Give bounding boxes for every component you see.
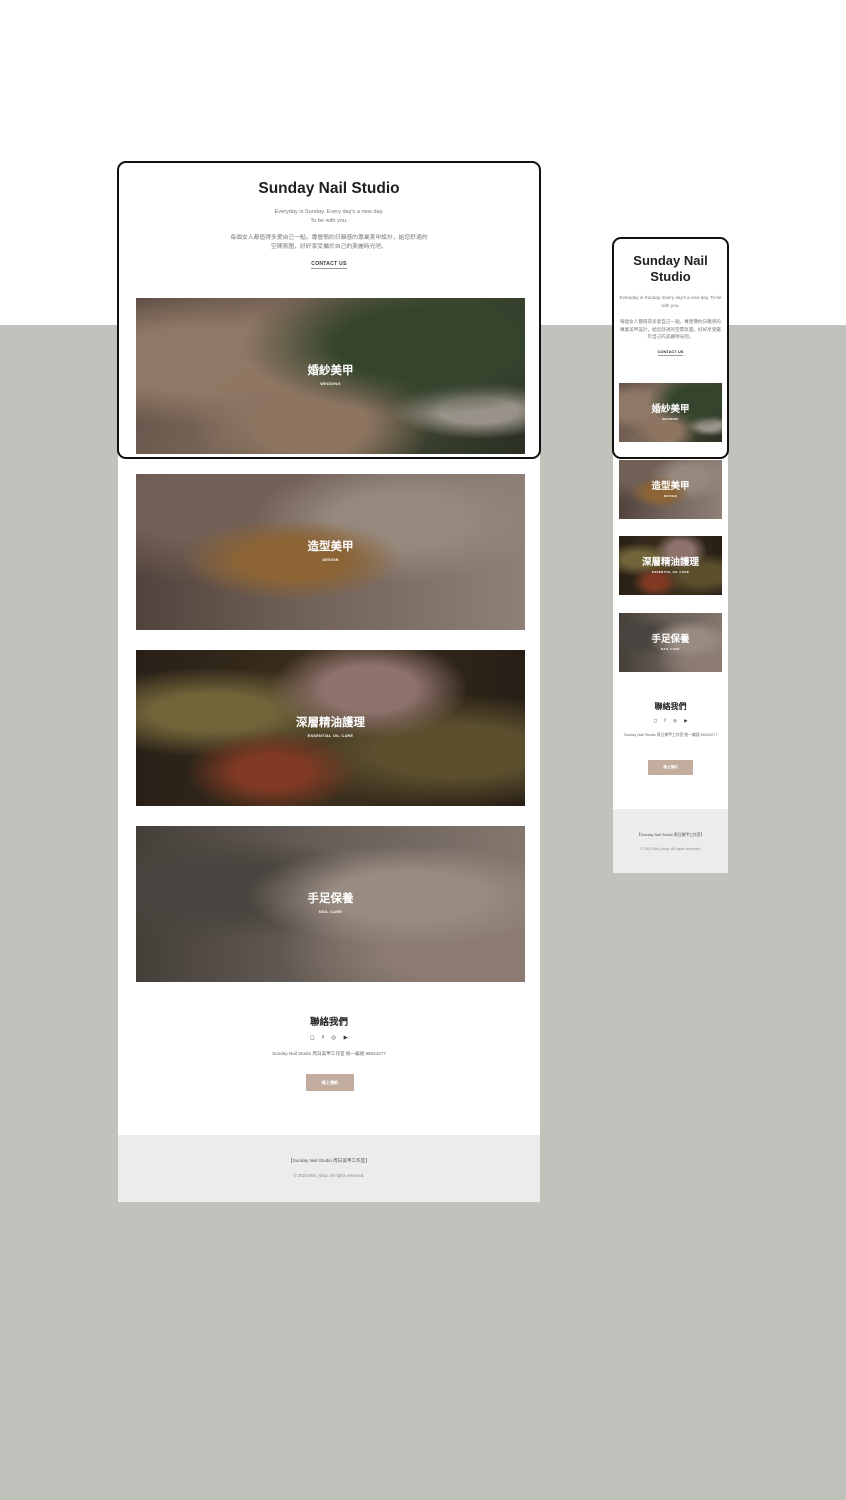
service-title: 婚紗美甲 [651,404,690,415]
social-icons: ◻ f ◎ ▶ [613,718,728,724]
service-card-design[interactable]: 造型美甲 DESIGN [619,460,722,519]
contact-title: 聯絡我們 [309,1017,348,1028]
footer: 【Sunday Nail Studio 周日美甲工作室】 © 2023 Mini… [613,809,728,873]
line-icon[interactable]: ◻ [653,718,657,724]
service-title: 深層精油護理 [296,717,365,729]
tagline: Everyday is Sunday. Every day's a new da… [619,295,722,308]
footer-copyright: © 2023 Mini_shop. All rights reserved. [293,1173,365,1178]
service-subtitle: NAIL CARE [661,647,680,651]
service-title: 造型美甲 [307,541,354,553]
service-title: 造型美甲 [651,481,690,492]
service-card-wedding[interactable]: 婚紗美甲 WEDDING [619,383,722,442]
booking-button[interactable]: 線上預約 [648,760,693,775]
service-card-wedding[interactable]: 婚紗美甲 WEDDING [136,298,525,454]
mobile-preview: Sunday Nail Studio Everyday is Sunday. E… [613,238,728,873]
contact-us-link[interactable]: CONTACT US [118,261,540,269]
service-subtitle: DESIGN [322,558,339,562]
service-subtitle: WEDDING [662,417,679,421]
service-card-nail-care[interactable]: 手足保養 NAIL CARE [136,826,525,982]
service-title: 婚紗美甲 [307,365,354,377]
contact-title: 聯絡我們 [654,702,687,711]
instagram-icon[interactable]: ◎ [331,1035,336,1041]
youtube-icon[interactable]: ▶ [684,718,687,724]
service-card-essential-oil[interactable]: 深層精油護理 ESSENTIAL OIL CARE [619,536,722,595]
contact-us-link[interactable]: CONTACT US [613,349,728,356]
footer-brand: 【Sunday Nail Studio 周日美甲工作室】 [288,1158,370,1163]
site-title: Sunday Nail Studio [258,180,400,197]
footer: 【Sunday Nail Studio 周日美甲工作室】 © 2023 Mini… [118,1135,540,1202]
service-subtitle: DESIGN [663,494,678,498]
service-subtitle: ESSENTIAL OIL CARE [307,734,354,738]
service-title: 深層精油護理 [641,557,699,568]
youtube-icon[interactable]: ▶ [344,1035,348,1041]
service-title: 手足保養 [651,634,690,645]
company-info: Sunday Nail Studio 周日美甲工作室 統一編號 89044277 [623,733,718,737]
service-subtitle: ESSENTIAL OIL CARE [651,570,690,574]
service-subtitle: WEDDING [320,382,341,386]
instagram-icon[interactable]: ◎ [673,718,677,724]
facebook-icon[interactable]: f [322,1035,324,1041]
facebook-icon[interactable]: f [664,718,665,723]
desktop-preview: Sunday Nail Studio Everyday is Sunday. E… [118,162,540,1202]
intro-text: 每個女人都值得多愛自己一點。專營簡約日雜感的專業美甲設計，給您舒適的空間氛圍，好… [619,319,722,339]
service-card-nail-care[interactable]: 手足保養 NAIL CARE [619,613,722,672]
site-title: Sunday Nail Studio [633,253,708,284]
footer-copyright: © 2023 Mini_shop. All rights reserved. [640,847,701,851]
booking-button[interactable]: 線上預約 [306,1074,354,1091]
line-icon[interactable]: ◻ [310,1035,315,1041]
social-icons: ◻ f ◎ ▶ [118,1035,540,1041]
intro-text: 每個女人都值得多愛自己一點。專營簡約日雜感的專業美甲設計，給您舒適的空間氛圍，好… [230,235,428,250]
tagline: Everyday is Sunday. Every day's a new da… [274,209,384,224]
footer-brand: 【Sunday Nail Studio 周日美甲工作室】 [636,833,705,837]
service-card-essential-oil[interactable]: 深層精油護理 ESSENTIAL OIL CARE [136,650,525,806]
service-card-design[interactable]: 造型美甲 DESIGN [136,474,525,630]
company-info: Sunday Nail Studio 周日美甲工作室 統一編號 89044277 [272,1051,386,1056]
service-title: 手足保養 [307,893,354,905]
service-subtitle: NAIL CARE [318,910,343,914]
